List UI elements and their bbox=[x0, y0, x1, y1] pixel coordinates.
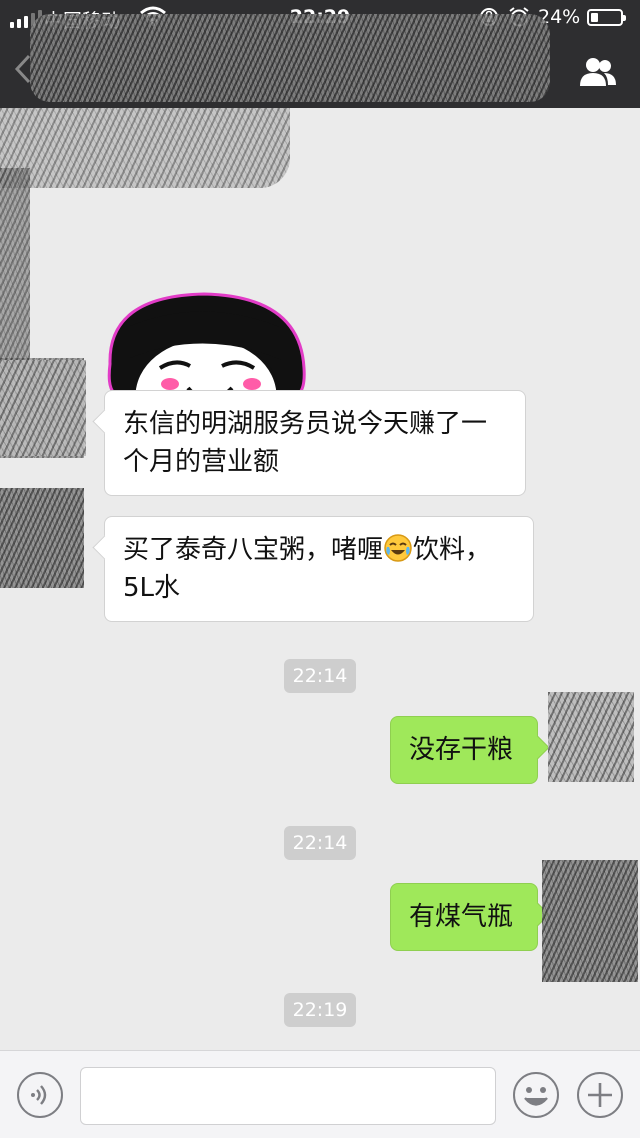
redaction-scribble bbox=[0, 168, 30, 368]
plus-icon[interactable] bbox=[576, 1071, 624, 1119]
avatar[interactable] bbox=[0, 488, 84, 588]
timestamp: 22:14 bbox=[284, 826, 356, 860]
message-bubble-incoming[interactable]: 东信的明湖服务员说今天赚了一 个月的营业额 bbox=[104, 390, 526, 496]
avatar[interactable] bbox=[548, 692, 634, 782]
avatar[interactable] bbox=[542, 860, 638, 982]
voice-icon[interactable] bbox=[16, 1071, 64, 1119]
crying-laughing-emoji-icon bbox=[384, 534, 412, 562]
message-text: 买了泰奇八宝粥，啫喱 bbox=[123, 535, 384, 565]
message-text: 饮料， bbox=[413, 535, 492, 565]
top-bar: 中国移动 22:29 24% bbox=[0, 0, 640, 108]
smile-icon[interactable] bbox=[512, 1071, 560, 1119]
message-text: 没存干粮 bbox=[409, 735, 514, 765]
message-line: 买了泰奇八宝粥，啫喱 饮料， bbox=[123, 531, 515, 569]
timestamp: 22:14 bbox=[284, 659, 356, 693]
message-text: 有煤气瓶 bbox=[409, 902, 514, 932]
message-text: 东信的明湖服务员说今天赚了一 bbox=[123, 409, 488, 439]
people-icon[interactable] bbox=[578, 56, 618, 88]
message-bubble-incoming[interactable]: 买了泰奇八宝粥，啫喱 饮料， 5L水 bbox=[104, 516, 534, 622]
timestamp: 22:19 bbox=[284, 993, 356, 1027]
message-list[interactable]: 东信的明湖服务员说今天赚了一 个月的营业额 买了泰奇八宝粥，啫喱 饮料， 5L水… bbox=[0, 108, 640, 1050]
redaction-scribble bbox=[0, 108, 290, 188]
input-bar bbox=[0, 1050, 640, 1138]
avatar[interactable] bbox=[0, 360, 86, 456]
redaction-scribble bbox=[30, 14, 550, 102]
message-bubble-outgoing[interactable]: 没存干粮 bbox=[390, 716, 538, 784]
battery-icon bbox=[587, 9, 626, 26]
message-text: 5L水 bbox=[123, 573, 181, 603]
message-input[interactable] bbox=[80, 1067, 496, 1125]
message-bubble-outgoing[interactable]: 有煤气瓶 bbox=[390, 883, 538, 951]
message-text: 个月的营业额 bbox=[123, 447, 280, 477]
